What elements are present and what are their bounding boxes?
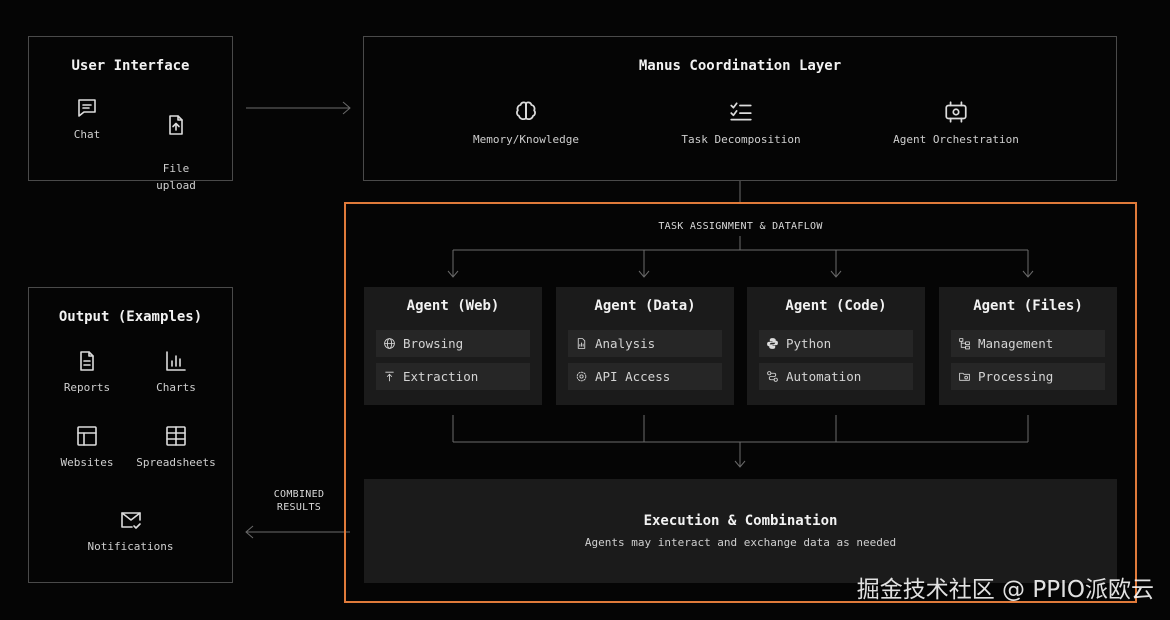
output-reports-label: Reports: [63, 381, 111, 394]
agent-files-title: Agent (Files): [973, 298, 1083, 314]
agent-files-card[interactable]: Agent (Files) Management Processing: [939, 287, 1117, 405]
output-charts-label: Charts: [156, 381, 196, 394]
output-notifications[interactable]: Notifications: [79, 508, 182, 555]
capability-extraction-label: Extraction: [403, 369, 479, 384]
capability-extraction[interactable]: Extraction: [376, 363, 530, 390]
capability-python-label: Python: [786, 336, 832, 351]
capability-automation[interactable]: Automation: [759, 363, 913, 390]
capability-processing[interactable]: Processing: [951, 363, 1105, 390]
checklist-icon: [730, 102, 752, 121]
file-upload-item[interactable]: File upload: [126, 96, 226, 194]
gear-icon: [576, 371, 587, 382]
orchestration-icon: [945, 101, 967, 123]
coordination-panel: Manus Coordination Layer Memory/Knowledg…: [363, 36, 1117, 181]
output-spreadsheets-label: Spreadsheets: [136, 456, 216, 469]
brain-icon: [516, 101, 536, 121]
capability-browsing-label: Browsing: [403, 336, 464, 351]
output-charts[interactable]: Charts: [126, 349, 226, 396]
python-icon: [767, 338, 778, 349]
memory-label: Memory/Knowledge: [473, 133, 579, 146]
agent-web-title: Agent (Web): [406, 298, 500, 314]
agent-code-title: Agent (Code): [785, 298, 887, 314]
capability-management-label: Management: [978, 336, 1054, 351]
capability-management[interactable]: Management: [951, 330, 1105, 357]
output-spreadsheets[interactable]: Spreadsheets: [126, 424, 226, 471]
task-decomposition-label: Task Decomposition: [681, 133, 801, 146]
user-interface-panel: User Interface Chat File upload: [28, 36, 233, 192]
agent-orchestration-item[interactable]: Agent Orchestration: [881, 99, 1031, 148]
agent-data-card[interactable]: Agent (Data) Analysis API Access: [556, 287, 734, 405]
chat-icon: [78, 99, 96, 117]
file-upload-label: File upload: [156, 162, 196, 192]
capability-browsing[interactable]: Browsing: [376, 330, 530, 357]
folder-gear-icon: [959, 372, 970, 381]
capability-processing-label: Processing: [978, 369, 1054, 384]
file-upload-icon: [169, 115, 183, 135]
bar-chart-icon: [166, 351, 186, 371]
coordination-title: Manus Coordination Layer: [638, 58, 842, 74]
extract-icon: [385, 371, 394, 382]
layout-icon: [77, 426, 97, 446]
route-icon: [767, 371, 778, 382]
execution-panel: Execution & Combination Agents may inter…: [364, 479, 1117, 583]
agent-data-title: Agent (Data): [594, 298, 696, 314]
capability-analysis[interactable]: Analysis: [568, 330, 722, 357]
agent-orchestration-label: Agent Orchestration: [893, 133, 1019, 146]
capability-python[interactable]: Python: [759, 330, 913, 357]
capability-api-access-label: API Access: [595, 369, 671, 384]
dataflow-label: TASK ASSIGNMENT & DATAFLOW: [658, 221, 823, 232]
capability-automation-label: Automation: [786, 369, 862, 384]
capability-api-access[interactable]: API Access: [568, 363, 722, 390]
agent-code-card[interactable]: Agent (Code) Python Automation: [747, 287, 925, 405]
output-reports[interactable]: Reports: [37, 349, 137, 396]
output-websites[interactable]: Websites: [37, 424, 137, 471]
output-notifications-label: Notifications: [87, 540, 174, 553]
table-icon: [166, 426, 186, 446]
memory-item[interactable]: Memory/Knowledge: [461, 99, 591, 148]
output-websites-label: Websites: [60, 456, 114, 469]
user-interface-title: User Interface: [71, 58, 190, 74]
watermark: 掘金技术社区 @ PPIO派欧云: [856, 577, 1154, 603]
tree-icon: [959, 338, 970, 350]
chat-label: Chat: [73, 128, 101, 141]
combined-results-label: COMBINED RESULTS: [273, 489, 325, 513]
report-icon: [80, 351, 94, 371]
task-decomposition-item[interactable]: Task Decomposition: [671, 99, 811, 148]
output-title: Output (Examples): [58, 309, 203, 325]
chat-item[interactable]: Chat: [37, 96, 137, 143]
agent-web-card[interactable]: Agent (Web) Browsing Extraction: [364, 287, 542, 405]
execution-title: Execution & Combination: [643, 513, 838, 529]
mail-check-icon: [120, 512, 141, 529]
globe-icon: [384, 338, 395, 349]
file-chart-icon: [577, 338, 586, 349]
capability-analysis-label: Analysis: [595, 336, 656, 351]
output-panel: Output (Examples) Reports Charts Website…: [28, 287, 233, 583]
execution-subtitle: Agents may interact and exchange data as…: [584, 536, 897, 549]
